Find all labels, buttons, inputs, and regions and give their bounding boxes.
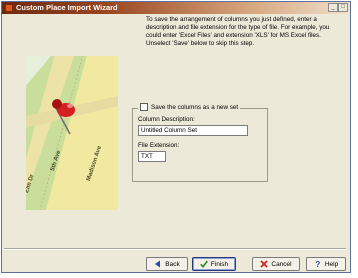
column-description-label: Column Description: <box>138 116 195 123</box>
map-graphic <box>26 56 118 210</box>
map-illustration: Elm Dr 5th Ave Madison Ave <box>26 56 118 210</box>
save-columns-label[interactable]: Save the columns as a new set <box>151 104 238 111</box>
wizard-app-icon <box>5 4 13 12</box>
back-button[interactable]: Back <box>146 257 188 271</box>
finish-label: Finish <box>210 260 229 268</box>
instructions-text: To save the arrangement of columns you j… <box>146 16 330 47</box>
help-button[interactable]: ? Help <box>306 257 346 271</box>
arrow-left-icon <box>155 260 161 268</box>
question-mark-icon: ? <box>315 260 320 268</box>
red-x-icon <box>260 260 268 268</box>
help-label: Help <box>324 260 339 268</box>
finish-button[interactable]: Finish <box>192 257 236 271</box>
button-divider <box>4 248 346 250</box>
file-extension-input[interactable]: TXT <box>138 151 166 162</box>
window-title: Custom Place Import Wizard <box>16 3 118 12</box>
file-extension-label: File Extension: <box>138 142 180 149</box>
column-description-input[interactable]: Untitled Column Set <box>138 125 248 136</box>
back-label: Back <box>165 260 180 268</box>
cancel-button[interactable]: Cancel <box>252 257 300 271</box>
svg-text:?: ? <box>315 260 320 268</box>
save-columns-option[interactable]: Save the columns as a new set <box>138 103 241 111</box>
checkmark-icon <box>200 260 208 268</box>
save-columns-checkbox[interactable] <box>140 103 148 111</box>
maximize-button[interactable]: □ <box>338 3 348 12</box>
minimize-button[interactable]: _ <box>328 3 338 12</box>
title-bar[interactable]: Custom Place Import Wizard _ □ <box>2 2 350 14</box>
cancel-label: Cancel <box>271 260 292 268</box>
